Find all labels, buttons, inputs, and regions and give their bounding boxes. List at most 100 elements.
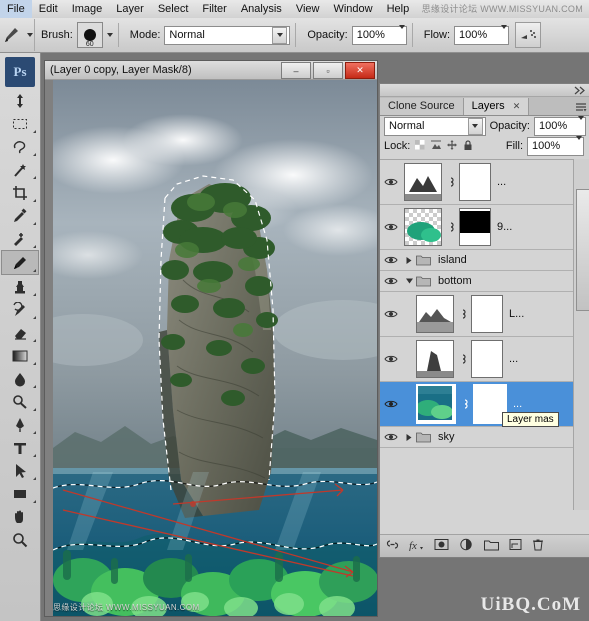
group-expand-triangle[interactable]: [402, 430, 416, 444]
layer-visibility-toggle[interactable]: [380, 382, 402, 426]
delete-layer-icon[interactable]: [532, 538, 544, 554]
lasso-flyout-triangle[interactable]: [33, 150, 36, 156]
gradient-flyout-triangle[interactable]: [33, 359, 36, 365]
crop-flyout-triangle[interactable]: [33, 196, 36, 202]
group-name[interactable]: bottom: [438, 275, 472, 287]
eraser-flyout-triangle[interactable]: [33, 336, 36, 342]
layer-thumbnail[interactable]: [404, 208, 442, 246]
lock-image-icon[interactable]: [430, 139, 442, 154]
layer-visibility-toggle[interactable]: [380, 160, 402, 204]
fill-caret-icon[interactable]: [576, 136, 582, 152]
tool-preset-caret[interactable]: [27, 33, 33, 37]
layer-mask-thumbnail[interactable]: [459, 208, 491, 246]
layer-thumbnail[interactable]: [416, 295, 454, 333]
layer-thumbnail[interactable]: [416, 340, 454, 378]
group-name[interactable]: island: [438, 254, 467, 266]
table-row[interactable]: ... Layer mas: [380, 382, 573, 427]
tab-layers-close-icon[interactable]: ✕: [513, 101, 521, 111]
layers-scrollbar[interactable]: [573, 159, 589, 510]
sidebar-item-move-tool[interactable]: [2, 89, 38, 112]
mask-link-icon[interactable]: [458, 353, 467, 365]
layer-thumbnails[interactable]: [402, 295, 503, 333]
layers-scrollbar-thumb[interactable]: [576, 189, 589, 311]
layer-visibility-toggle[interactable]: [380, 205, 402, 249]
table-row[interactable]: sky: [380, 427, 573, 448]
lock-position-icon[interactable]: [446, 139, 458, 154]
layer-name[interactable]: ...: [513, 398, 522, 410]
menu-item-file[interactable]: File: [0, 0, 32, 18]
layer-thumbnail[interactable]: [404, 163, 442, 201]
mask-link-icon[interactable]: [460, 398, 469, 410]
table-row[interactable]: island: [380, 250, 573, 271]
layer-blend-caret-icon[interactable]: [467, 117, 483, 135]
table-row[interactable]: ...: [380, 160, 573, 205]
opacity-caret-icon[interactable]: [398, 25, 405, 41]
layer-blend-mode-select[interactable]: Normal: [384, 116, 486, 136]
maximize-button[interactable]: ▫: [313, 62, 343, 79]
layer-thumbnails[interactable]: [402, 384, 507, 424]
layer-thumbnails[interactable]: [402, 340, 503, 378]
sidebar-item-history-brush-tool[interactable]: [2, 298, 38, 321]
menu-item-help[interactable]: Help: [380, 0, 417, 18]
tab-clone-source[interactable]: Clone Source: [380, 98, 464, 115]
group-visibility-toggle[interactable]: [380, 250, 402, 270]
sidebar-item-clone-stamp-tool[interactable]: [2, 275, 38, 298]
menu-item-view[interactable]: View: [289, 0, 327, 18]
history-flyout-triangle[interactable]: [33, 313, 36, 319]
add-mask-icon[interactable]: [434, 538, 449, 554]
layer-thumbnail[interactable]: [416, 384, 456, 424]
airbrush-toggle-button[interactable]: [515, 22, 542, 48]
dodge-flyout-triangle[interactable]: [33, 405, 36, 411]
brush-picker-caret[interactable]: [106, 33, 113, 37]
brush-preset-swatch[interactable]: 60: [76, 22, 103, 48]
layer-opacity-input[interactable]: 100%: [533, 116, 586, 136]
sidebar-item-healing-brush-tool[interactable]: [2, 227, 38, 250]
sidebar-item-shape-tool[interactable]: [2, 482, 38, 505]
layer-mask-thumbnail[interactable]: [471, 340, 503, 378]
sidebar-item-path-selection-tool[interactable]: [2, 459, 38, 482]
panel-grip[interactable]: [380, 84, 589, 97]
layer-mask-thumbnail[interactable]: [471, 295, 503, 333]
panel-menu-button[interactable]: [572, 98, 589, 115]
layer-name[interactable]: ...: [497, 176, 506, 188]
flow-input[interactable]: 100%: [454, 25, 510, 45]
menu-item-layer[interactable]: Layer: [109, 0, 151, 18]
eyedropper-flyout-triangle[interactable]: [33, 219, 36, 225]
mask-link-icon[interactable]: [446, 176, 455, 188]
layer-style-fx-icon[interactable]: fx: [409, 538, 424, 554]
blend-mode-caret-icon[interactable]: [272, 26, 288, 44]
group-expand-triangle[interactable]: [402, 253, 416, 267]
table-row[interactable]: ...: [380, 337, 573, 382]
sidebar-item-blur-tool[interactable]: [2, 367, 38, 390]
flow-caret-icon[interactable]: [501, 25, 508, 41]
menu-item-analysis[interactable]: Analysis: [234, 0, 289, 18]
sidebar-item-gradient-tool[interactable]: [2, 344, 38, 367]
layer-visibility-toggle[interactable]: [380, 337, 402, 381]
close-button[interactable]: ✕: [345, 62, 375, 79]
menu-item-select[interactable]: Select: [151, 0, 196, 18]
path-select-flyout-triangle[interactable]: [33, 474, 36, 480]
group-name[interactable]: sky: [438, 431, 455, 443]
brush-flyout-triangle[interactable]: [33, 266, 36, 272]
stamp-flyout-triangle[interactable]: [33, 290, 36, 296]
table-row[interactable]: bottom: [380, 271, 573, 292]
group-visibility-toggle[interactable]: [380, 271, 402, 291]
menu-item-edit[interactable]: Edit: [32, 0, 65, 18]
new-layer-icon[interactable]: [509, 538, 522, 554]
layer-mask-thumbnail[interactable]: [459, 163, 491, 201]
table-row[interactable]: L...: [380, 292, 573, 337]
adjustment-layer-icon[interactable]: [459, 538, 474, 554]
link-layers-icon[interactable]: [386, 538, 399, 554]
blend-mode-select[interactable]: Normal: [164, 25, 291, 45]
blur-flyout-triangle[interactable]: [33, 382, 36, 388]
minimize-button[interactable]: –: [281, 62, 311, 79]
tab-layers[interactable]: Layers ✕: [463, 98, 530, 115]
sidebar-item-hand-tool[interactable]: [2, 505, 38, 528]
magic-wand-flyout-triangle[interactable]: [33, 173, 36, 179]
mask-link-icon[interactable]: [446, 221, 455, 233]
type-flyout-triangle[interactable]: [33, 451, 36, 457]
sidebar-item-dodge-tool[interactable]: [2, 390, 38, 413]
group-expand-triangle[interactable]: [402, 274, 416, 288]
sidebar-item-lasso-tool[interactable]: [2, 135, 38, 158]
lock-transparent-icon[interactable]: [414, 139, 426, 154]
